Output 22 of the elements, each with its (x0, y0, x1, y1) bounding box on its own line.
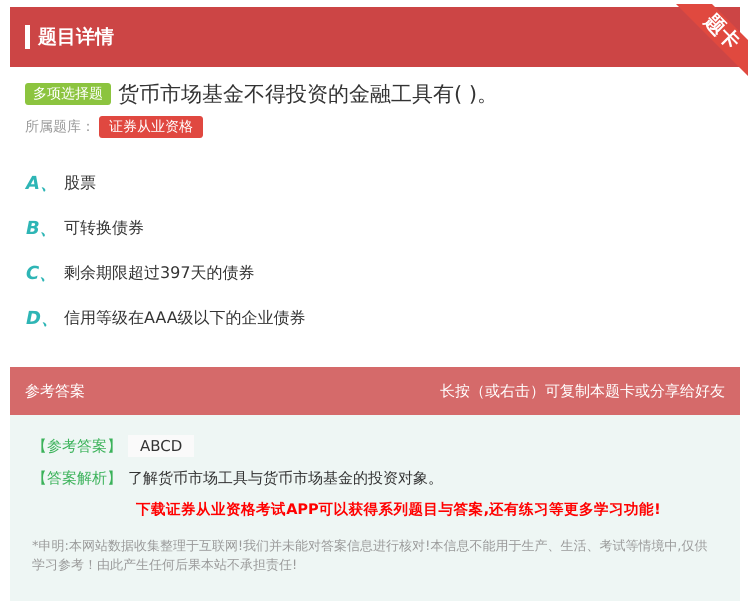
option-text: 剩余期限超过397天的债券 (64, 262, 255, 284)
option-letter: A、 (26, 172, 56, 195)
option-text: 信用等级在AAA级以下的企业债券 (64, 308, 306, 328)
option-letter: C、 (26, 262, 56, 285)
option-text: 可转换债券 (64, 218, 144, 238)
share-hint: 长按（或右击）可复制本题卡或分享给好友 (440, 382, 725, 400)
analysis-label: 【答案解析】 (32, 469, 122, 488)
answer-label: 【参考答案】 (32, 436, 122, 456)
answer-value: ABCD (128, 435, 194, 457)
option-letter: D、 (26, 307, 56, 330)
option-text: 股票 (64, 172, 96, 194)
bank-label: 所属题库： (25, 118, 95, 136)
disclaimer-text: *申明:本网站数据收集整理于互联网!我们并未能对答案信息进行核对!本信息不能用于生产、生活、考试等情境中,仅供学习参考！由此产生任何后果本站不承担责任! (32, 538, 708, 575)
header-title: 题目详情 (38, 25, 114, 50)
option-letter: B、 (26, 217, 56, 240)
answer-bar-title: 参考答案 (25, 382, 85, 400)
analysis-text: 了解货币市场工具与货币市场基金的投资对象。 (128, 469, 443, 488)
question-type-tag: 多项选择题 (25, 83, 111, 105)
question-text: 货币市场基金不得投资的金融工具有( )。 (118, 81, 498, 108)
accent-bar (25, 25, 30, 49)
bank-tag[interactable]: 证券从业资格 (99, 116, 203, 138)
promo-text: 下载证券从业资格考试APP可以获得系列题目与答案,还有练习等更多学习功能! (135, 500, 662, 519)
